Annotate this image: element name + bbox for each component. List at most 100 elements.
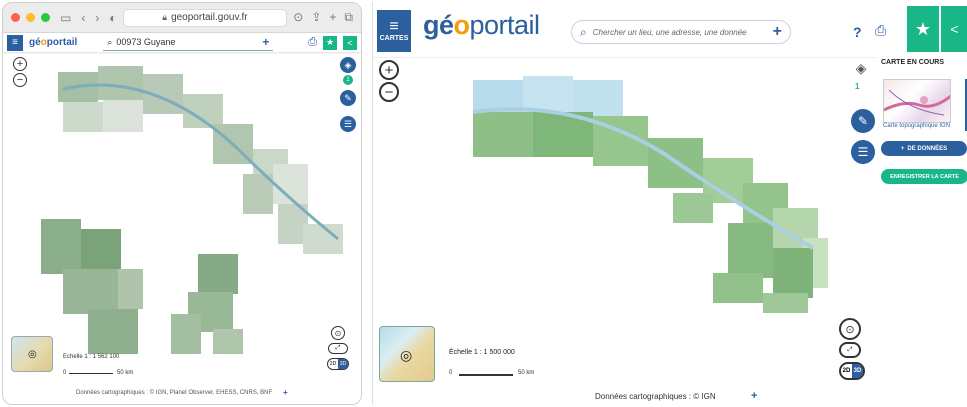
search-input[interactable]: ⌕ 00973 Guyane +: [103, 34, 274, 51]
browser-chrome: ▭ ‹ › ◐ 🔒︎ geoportail.gouv.fr ⊙ ⇪ + ⧉: [3, 3, 361, 33]
tools-button[interactable]: ✎: [340, 90, 356, 106]
list-icon: ☰: [857, 145, 869, 159]
sidebar-toggle-icon[interactable]: ▭: [60, 11, 71, 25]
comparison-stage: ▭ ‹ › ◐ 🔒︎ geoportail.gouv.fr ⊙ ⇪ + ⧉ ≡ …: [0, 0, 967, 407]
hamburger-icon: ≡: [389, 17, 399, 35]
tabs-overview-icon[interactable]: ⧉: [344, 10, 353, 25]
crosshair-icon: ⊙: [845, 323, 855, 336]
fullscreen-button[interactable]: ⤢: [839, 342, 861, 358]
wrench-icon: ✎: [344, 92, 352, 103]
favorite-button[interactable]: ★: [323, 35, 337, 50]
view-2d-3d-toggle[interactable]: 2D 3D: [327, 358, 349, 370]
zoom-out-button[interactable]: −: [13, 73, 27, 87]
address-bar[interactable]: 🔒︎ geoportail.gouv.fr: [122, 8, 288, 27]
overview-minimap[interactable]: ◎: [379, 326, 435, 382]
add-data-button[interactable]: + DE DONNÉES: [881, 141, 967, 156]
new-tab-icon[interactable]: +: [329, 10, 336, 25]
save-map-button[interactable]: ENREGISTRER LA CARTE: [881, 169, 967, 184]
layer-thumbnail[interactable]: [883, 79, 951, 123]
layers-button[interactable]: ◈: [851, 60, 871, 80]
panel-title: CARTE EN COURS: [881, 59, 945, 66]
locate-button[interactable]: ⊙: [839, 318, 861, 340]
crosshair-icon: ◎: [28, 349, 37, 360]
printer-icon[interactable]: ⎙: [308, 36, 317, 49]
share-icon: <: [950, 21, 959, 37]
attribution-text: Données cartographiques : © IGN: [595, 392, 716, 401]
left-map-tiles: [41, 66, 343, 354]
minimize-window-button[interactable]: [26, 13, 35, 22]
minus-icon: −: [16, 73, 24, 86]
plus-icon: +: [384, 61, 394, 79]
zoom-in-button[interactable]: +: [379, 60, 399, 80]
maximize-window-button[interactable]: [41, 13, 50, 22]
view-2d-3d-toggle[interactable]: 2D 3D: [839, 362, 865, 380]
share-button[interactable]: <: [941, 6, 967, 52]
layers-icon: ◈: [344, 59, 352, 70]
share-button[interactable]: <: [343, 35, 357, 50]
legend-button[interactable]: ☰: [340, 116, 356, 132]
toggle-2d[interactable]: 2D: [841, 368, 852, 374]
cartes-menu-button[interactable]: ≡ CARTES: [377, 10, 411, 52]
search-value: 00973 Guyane: [116, 37, 176, 47]
fullscreen-icon: ⤢: [335, 345, 341, 351]
save-map-label: ENREGISTRER LA CARTE: [890, 173, 959, 180]
scale-text: Échelle 1 : 1 500 000: [449, 349, 515, 356]
close-window-button[interactable]: [11, 13, 20, 22]
favorite-button[interactable]: ★: [907, 6, 939, 52]
geoportail-logo[interactable]: géoportail: [29, 37, 77, 48]
star-icon: ★: [325, 37, 335, 47]
layers-button[interactable]: ◈: [340, 57, 356, 73]
attribution-more-button[interactable]: +: [283, 388, 288, 397]
zoom-in-button[interactable]: +: [13, 57, 27, 71]
add-data-label: DE DONNÉES: [907, 145, 948, 152]
app-header: ≡ CARTES géoportail ⌕ Chercher un lieu, …: [373, 2, 967, 58]
hamburger-icon: ≡: [12, 37, 18, 48]
search-placeholder: Chercher un lieu, une adresse, une donné…: [592, 27, 747, 37]
toggle-3d[interactable]: 3D: [338, 359, 348, 369]
left-map-canvas[interactable]: + − ◈ 1 ✎ ☰ ◎ Echelle 1 : 1 562 100 0 50…: [3, 54, 361, 404]
scale-bar: [459, 374, 513, 376]
printer-icon[interactable]: ⎙: [875, 22, 886, 39]
search-add-button[interactable]: +: [262, 35, 269, 49]
legend-button[interactable]: ☰: [851, 140, 875, 164]
forward-icon[interactable]: ›: [95, 11, 99, 25]
search-add-button[interactable]: +: [773, 23, 782, 41]
privacy-icon[interactable]: ⊙: [293, 10, 303, 25]
tools-button[interactable]: ✎: [851, 109, 875, 133]
geoportail-logo[interactable]: géoportail: [423, 10, 540, 41]
share-page-icon[interactable]: ⇪: [311, 10, 321, 25]
layers-count: 1: [855, 82, 860, 91]
current-map-panel: CARTE EN COURS Carte topographique IGN +…: [877, 57, 967, 192]
share-icon: <: [347, 37, 353, 48]
layer-name: Carte topographique IGN: [883, 123, 951, 129]
scale-zero: 0: [449, 370, 453, 376]
zoom-out-button[interactable]: −: [379, 82, 399, 102]
layers-count-badge: 1: [343, 75, 353, 85]
menu-button[interactable]: ≡: [7, 34, 23, 51]
cartes-label: CARTES: [379, 34, 409, 42]
fullscreen-button[interactable]: ⤢: [328, 343, 348, 354]
list-icon: ☰: [343, 118, 353, 129]
wrench-icon: ✎: [857, 114, 869, 128]
scale-zero: 0: [63, 370, 67, 376]
left-browser-window: ▭ ‹ › ◐ 🔒︎ geoportail.gouv.fr ⊙ ⇪ + ⧉ ≡ …: [2, 2, 362, 405]
scale-text: Echelle 1 : 1 562 100: [63, 354, 120, 360]
crosshair-icon: ⊙: [334, 328, 342, 338]
toggle-3d[interactable]: 3D: [852, 364, 863, 378]
shield-icon[interactable]: ◐: [109, 11, 116, 25]
address-bar-text: geoportail.gouv.fr: [171, 12, 248, 23]
lock-icon: 🔒︎: [162, 12, 168, 22]
locate-button[interactable]: ⊙: [331, 326, 345, 340]
help-button[interactable]: ?: [853, 24, 862, 40]
back-icon[interactable]: ‹: [81, 11, 85, 25]
search-field[interactable]: ⌕ Chercher un lieu, une adresse, une don…: [571, 20, 791, 44]
scale-km: 50 km: [117, 370, 134, 376]
toggle-2d[interactable]: 2D: [328, 361, 338, 367]
attribution-more-button[interactable]: +: [751, 390, 757, 402]
search-icon: ⌕: [580, 24, 587, 39]
browser-actions: ⊙ ⇪ + ⧉: [293, 10, 353, 25]
right-geoportail-window: ≡ CARTES géoportail ⌕ Chercher un lieu, …: [372, 2, 967, 405]
fullscreen-icon: ⤢: [847, 346, 853, 353]
search-icon: ⌕: [107, 36, 113, 47]
overview-minimap[interactable]: ◎: [11, 336, 53, 372]
